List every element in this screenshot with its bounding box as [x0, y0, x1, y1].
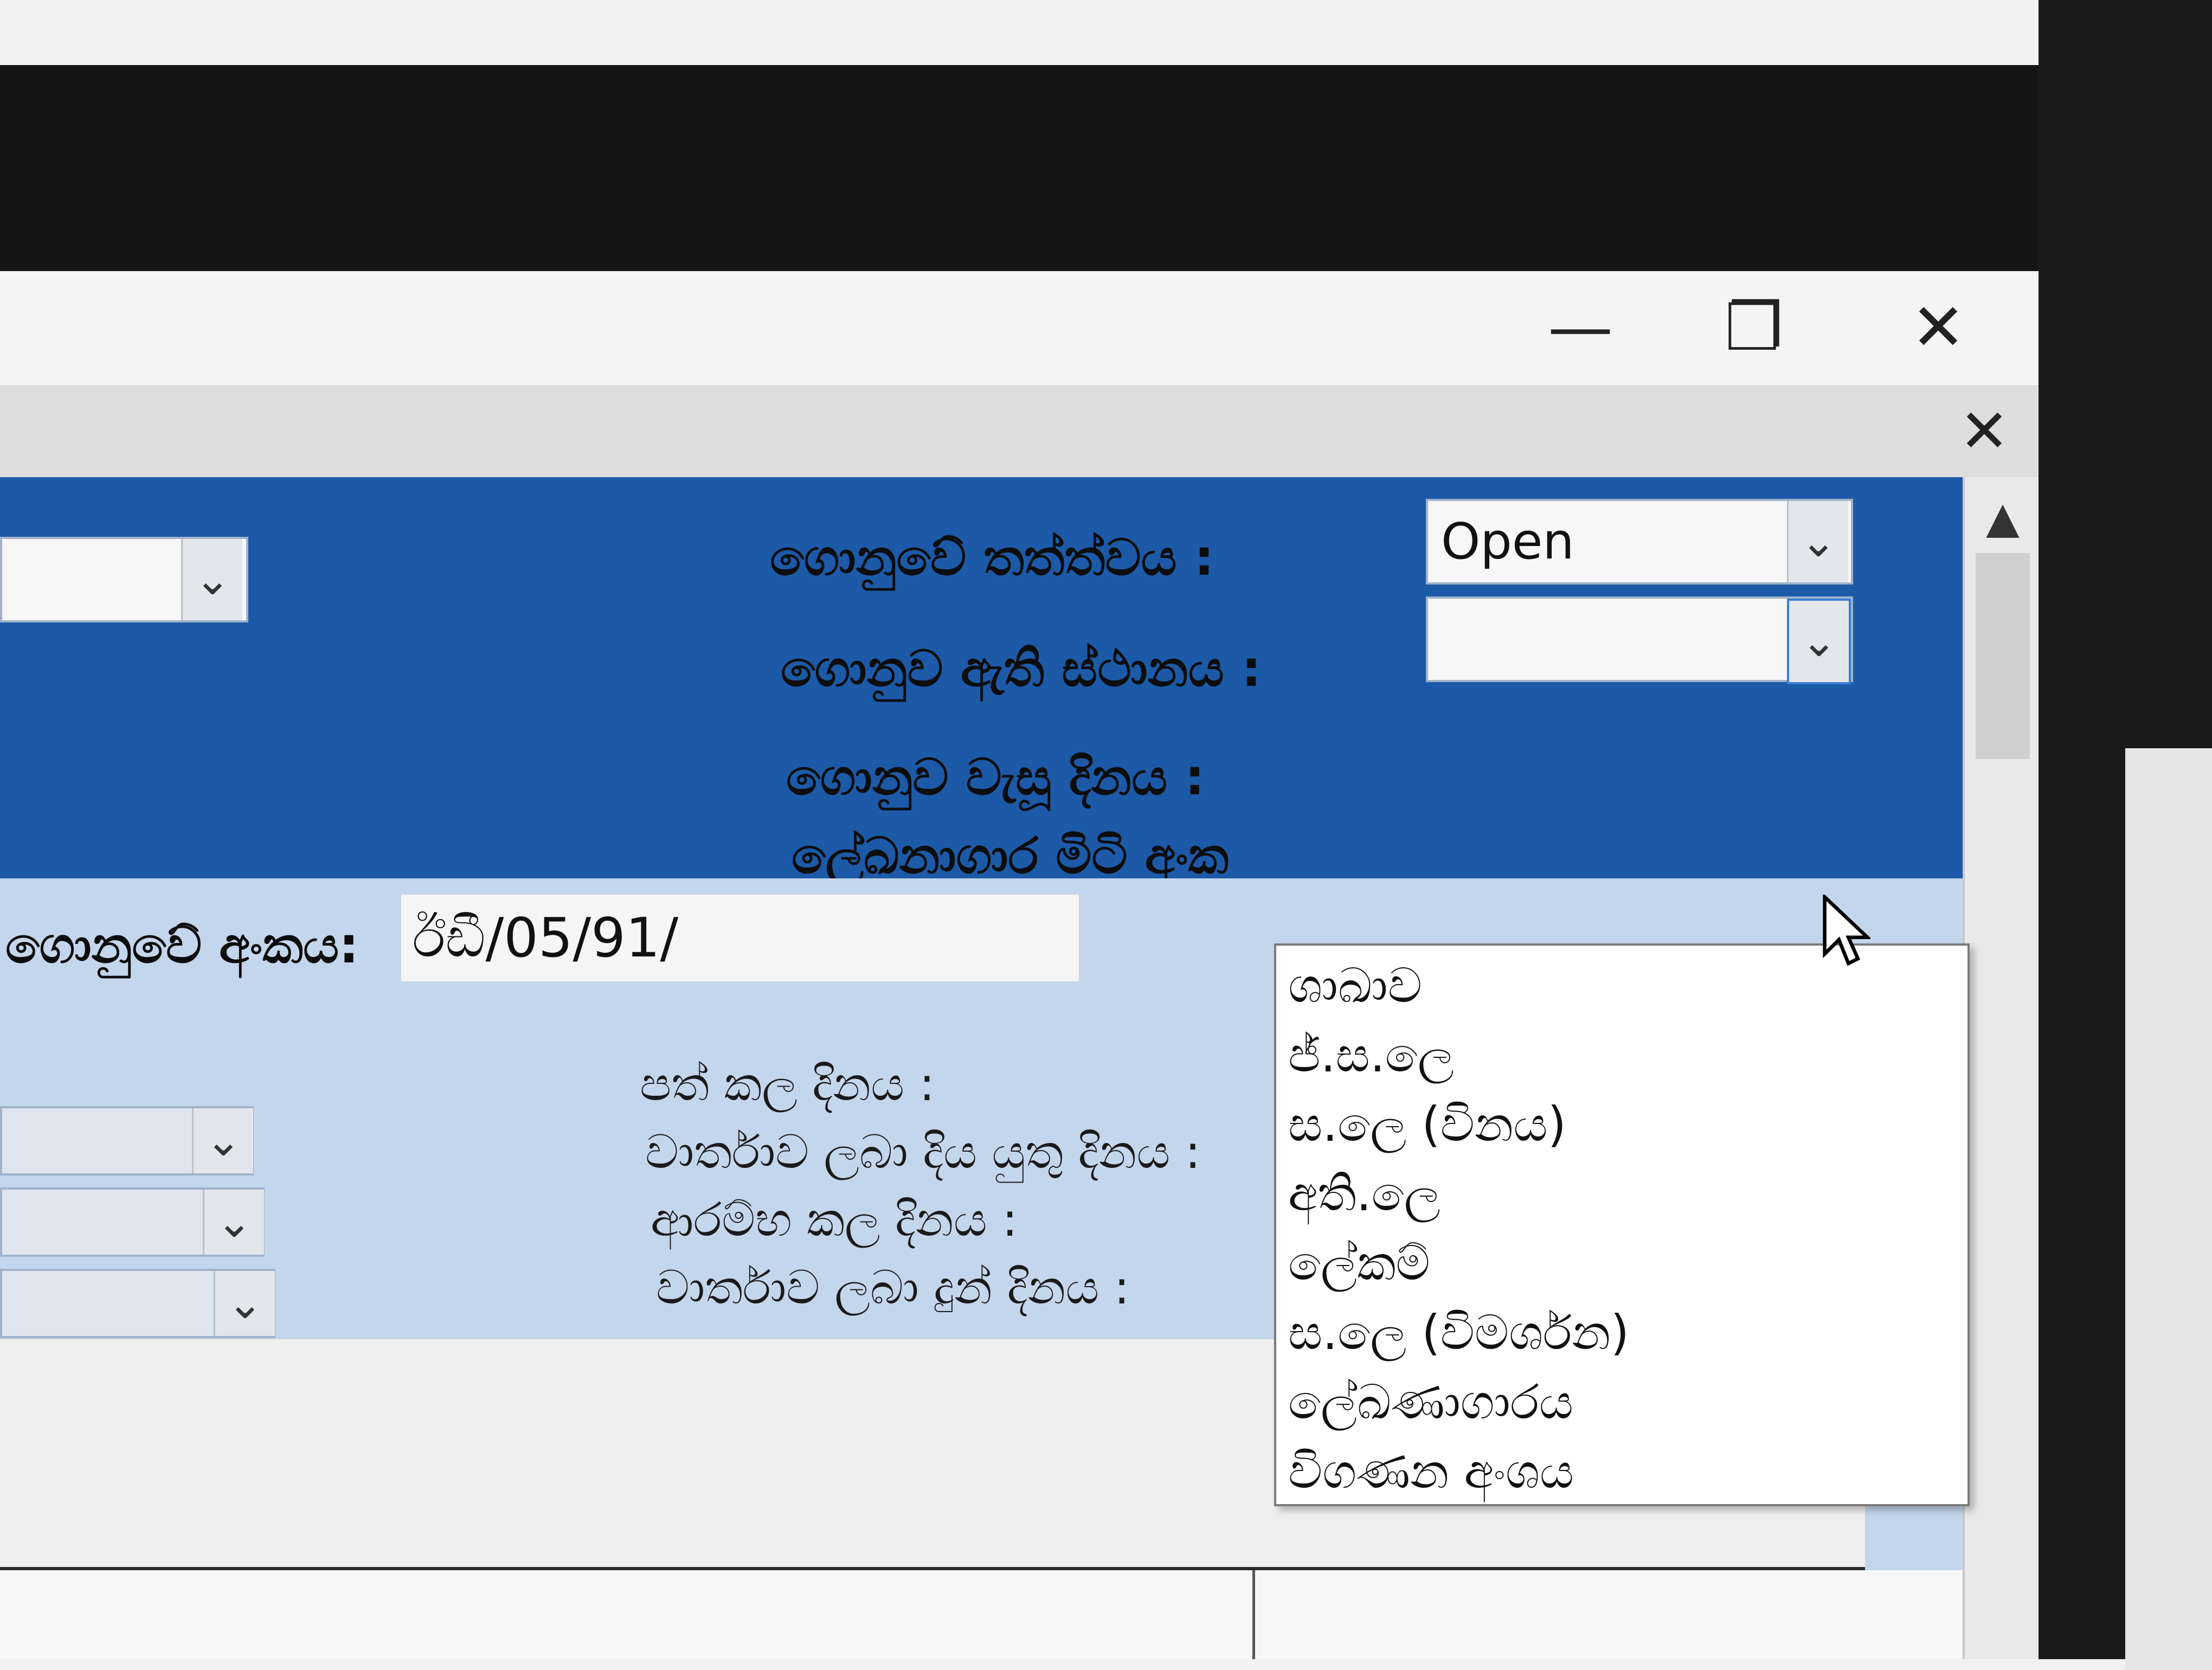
started-date-label: ආරම්භ කල දිනය : [651, 1193, 1018, 1247]
dropdown-option[interactable]: ලේඛණාගාරය [1288, 1367, 1573, 1437]
minimize-button[interactable]: — [1540, 293, 1621, 363]
report-due-label: වාර්තාව ලබා දිය යුතු දිනය : [645, 1125, 1201, 1179]
left-combo-2[interactable]: ⌄ [0, 1106, 254, 1176]
status-label: ගොනුවේ තත්ත්වය : [770, 529, 1214, 587]
file-number-value: ඊඩී/05/91/ [412, 906, 679, 969]
bottom-strip [0, 1570, 1963, 1659]
assigned-date-label: පත් කල දිනය : [640, 1057, 935, 1112]
dropdown-option[interactable]: ජ්.ස.ලෙ [1288, 1020, 1454, 1090]
chevron-down-icon[interactable]: ⌄ [214, 1271, 275, 1336]
dropdown-option[interactable]: ලේකම් [1288, 1229, 1430, 1298]
status-combo[interactable]: Open ⌄ [1426, 499, 1853, 584]
app-window: — ❐ ✕ ✕ ⌄ ගොනුවේ තත්ත්වය : Open ⌄ ගොනුව … [0, 271, 2039, 1659]
scroll-up-arrow-icon[interactable]: ▲ [1965, 488, 2039, 548]
left-combo-3[interactable]: ⌄ [0, 1187, 265, 1257]
chevron-down-icon[interactable]: ⌄ [1787, 599, 1851, 684]
report-given-label: වාර්තාව ලබා දුන් දිනය : [656, 1261, 1130, 1315]
mdi-close-button[interactable]: ✕ [1952, 385, 2017, 477]
mouse-pointer-icon [1823, 895, 1870, 966]
file-number-label: ගොනුවේ අංකය: [5, 916, 359, 974]
restore-button[interactable]: ❐ [1713, 293, 1795, 363]
left-combo-4[interactable]: ⌄ [0, 1269, 275, 1338]
mdi-bar: ✕ [0, 385, 2039, 477]
dropdown-option[interactable]: අති.ලෙ [1288, 1159, 1441, 1229]
dropdown-option[interactable]: ශාඛාව [1288, 951, 1422, 1020]
scrollbar-thumb[interactable] [1976, 553, 2030, 759]
close-button[interactable]: ✕ [1898, 293, 1979, 363]
status-value: Open [1441, 512, 1574, 570]
closed-date-label: ගොනුව වැසූ දිනය : [786, 748, 1205, 806]
top-panel: ⌄ ගොනුවේ තත්ත්වය : Open ⌄ ගොනුව ඇති ස්ථා… [0, 477, 1963, 885]
vertical-scrollbar[interactable]: ▲ [1963, 477, 2039, 1659]
background-paper [2125, 748, 2212, 1670]
location-combo[interactable]: ⌄ [1426, 596, 1853, 684]
location-label: ගොනුව ඇති ස්ථානය : [781, 640, 1262, 698]
archive-number-label: ලේඛනාගාර මිටි අංක [792, 827, 1229, 885]
chevron-down-icon[interactable]: ⌄ [203, 1190, 264, 1255]
chevron-down-icon[interactable]: ⌄ [192, 1108, 253, 1173]
dropdown-option[interactable]: විගණන අංශය [1288, 1437, 1574, 1506]
title-bar: — ❐ ✕ [0, 271, 2039, 385]
location-dropdown-list: ශාඛාව ජ්.ස.ලෙ ස.ලෙ (විනය) අති.ලෙ ලේකම් ස… [1274, 943, 1970, 1506]
dropdown-option[interactable]: ස.ලෙ (විනය) [1288, 1090, 1566, 1159]
left-combo[interactable]: ⌄ [0, 537, 248, 622]
chevron-down-icon[interactable]: ⌄ [1787, 501, 1848, 582]
chevron-down-icon[interactable]: ⌄ [181, 539, 242, 620]
strip-divider [1252, 1570, 1255, 1659]
dropdown-option[interactable]: ස.ලෙ (විමර්ශන) [1288, 1298, 1629, 1367]
file-number-field[interactable]: ඊඩී/05/91/ [401, 895, 1079, 981]
